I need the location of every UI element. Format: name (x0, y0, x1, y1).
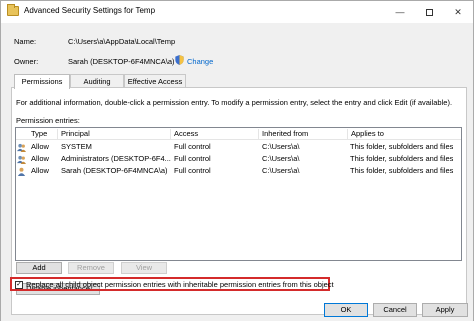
minimize-button[interactable]: — (386, 1, 414, 23)
owner-label: Owner: (14, 57, 39, 66)
tab-auditing[interactable]: Auditing (70, 74, 124, 88)
close-icon: ✕ (454, 7, 462, 17)
change-owner-link[interactable]: Change (187, 57, 213, 66)
uac-shield-icon (175, 55, 184, 65)
advanced-security-settings-window: Advanced Security Settings for Temp — ✕ … (0, 0, 474, 321)
folder-icon (7, 4, 19, 16)
permission-entries-list[interactable]: Type Principal Access Inherited from App… (15, 127, 462, 261)
entry-access: Full control (174, 154, 211, 163)
column-header-inherited-from[interactable]: Inherited from (259, 129, 348, 140)
group-icon (17, 155, 26, 164)
title-bar[interactable]: Advanced Security Settings for Temp — ✕ (1, 1, 473, 23)
remove-button[interactable]: Remove (68, 262, 114, 274)
entry-type: Allow (31, 142, 49, 151)
entry-applies-to: This folder, subfolders and files (350, 142, 454, 151)
entry-inherited-from: C:\Users\a\ (262, 166, 300, 175)
replace-child-permissions-label[interactable]: Replace all child object permission entr… (26, 280, 334, 289)
table-row[interactable]: Allow Administrators (DESKTOP-6F4... Ful… (16, 154, 461, 165)
replace-child-permissions-highlight: ✓ Replace all child object permission en… (10, 277, 334, 291)
minimize-icon: — (395, 7, 405, 17)
column-header-applies-to[interactable]: Applies to (348, 129, 461, 140)
entry-inherited-from: C:\Users\a\ (262, 154, 300, 163)
table-row[interactable]: Allow Sarah (DESKTOP-6F4MNCA\a) Full con… (16, 166, 461, 177)
name-value: C:\Users\a\AppData\Local\Temp (68, 37, 176, 46)
info-text: For additional information, double-click… (16, 98, 453, 107)
window-title: Advanced Security Settings for Temp (24, 6, 156, 15)
user-icon (17, 167, 26, 176)
entry-type: Allow (31, 154, 49, 163)
column-header-access[interactable]: Access (171, 129, 259, 140)
maximize-button[interactable] (415, 1, 443, 23)
add-button[interactable]: Add (16, 262, 62, 274)
entry-principal: Sarah (DESKTOP-6F4MNCA\a) (61, 166, 168, 175)
dialog-content: Name: C:\Users\a\AppData\Local\Temp Owne… (1, 23, 473, 321)
apply-button[interactable]: Apply (422, 303, 468, 317)
group-icon (17, 143, 26, 152)
entry-principal: SYSTEM (61, 142, 92, 151)
column-header-type[interactable]: Type (28, 129, 58, 140)
list-header: Type Principal Access Inherited from App… (16, 128, 461, 140)
entry-type: Allow (31, 166, 49, 175)
cancel-button[interactable]: Cancel (373, 303, 417, 317)
entry-principal: Administrators (DESKTOP-6F4... (61, 154, 171, 163)
name-label: Name: (14, 37, 37, 46)
table-row[interactable]: Allow SYSTEM Full control C:\Users\a\ Th… (16, 142, 461, 153)
tab-permissions[interactable]: Permissions (14, 74, 70, 89)
owner-value: Sarah (DESKTOP-6F4MNCA\a) (68, 57, 175, 66)
ok-button[interactable]: OK (324, 303, 368, 317)
entry-inherited-from: C:\Users\a\ (262, 142, 300, 151)
tab-effective-access[interactable]: Effective Access (124, 74, 186, 88)
replace-child-permissions-checkbox[interactable]: ✓ (15, 281, 23, 289)
entry-access: Full control (174, 166, 211, 175)
maximize-icon (425, 9, 433, 17)
entry-applies-to: This folder, subfolders and files (350, 154, 454, 163)
column-header-principal[interactable]: Principal (58, 129, 171, 140)
view-button[interactable]: View (121, 262, 167, 274)
permission-entries-label: Permission entries: (16, 116, 80, 125)
entry-applies-to: This folder, subfolders and files (350, 166, 454, 175)
entry-access: Full control (174, 142, 211, 151)
close-button[interactable]: ✕ (444, 1, 472, 23)
